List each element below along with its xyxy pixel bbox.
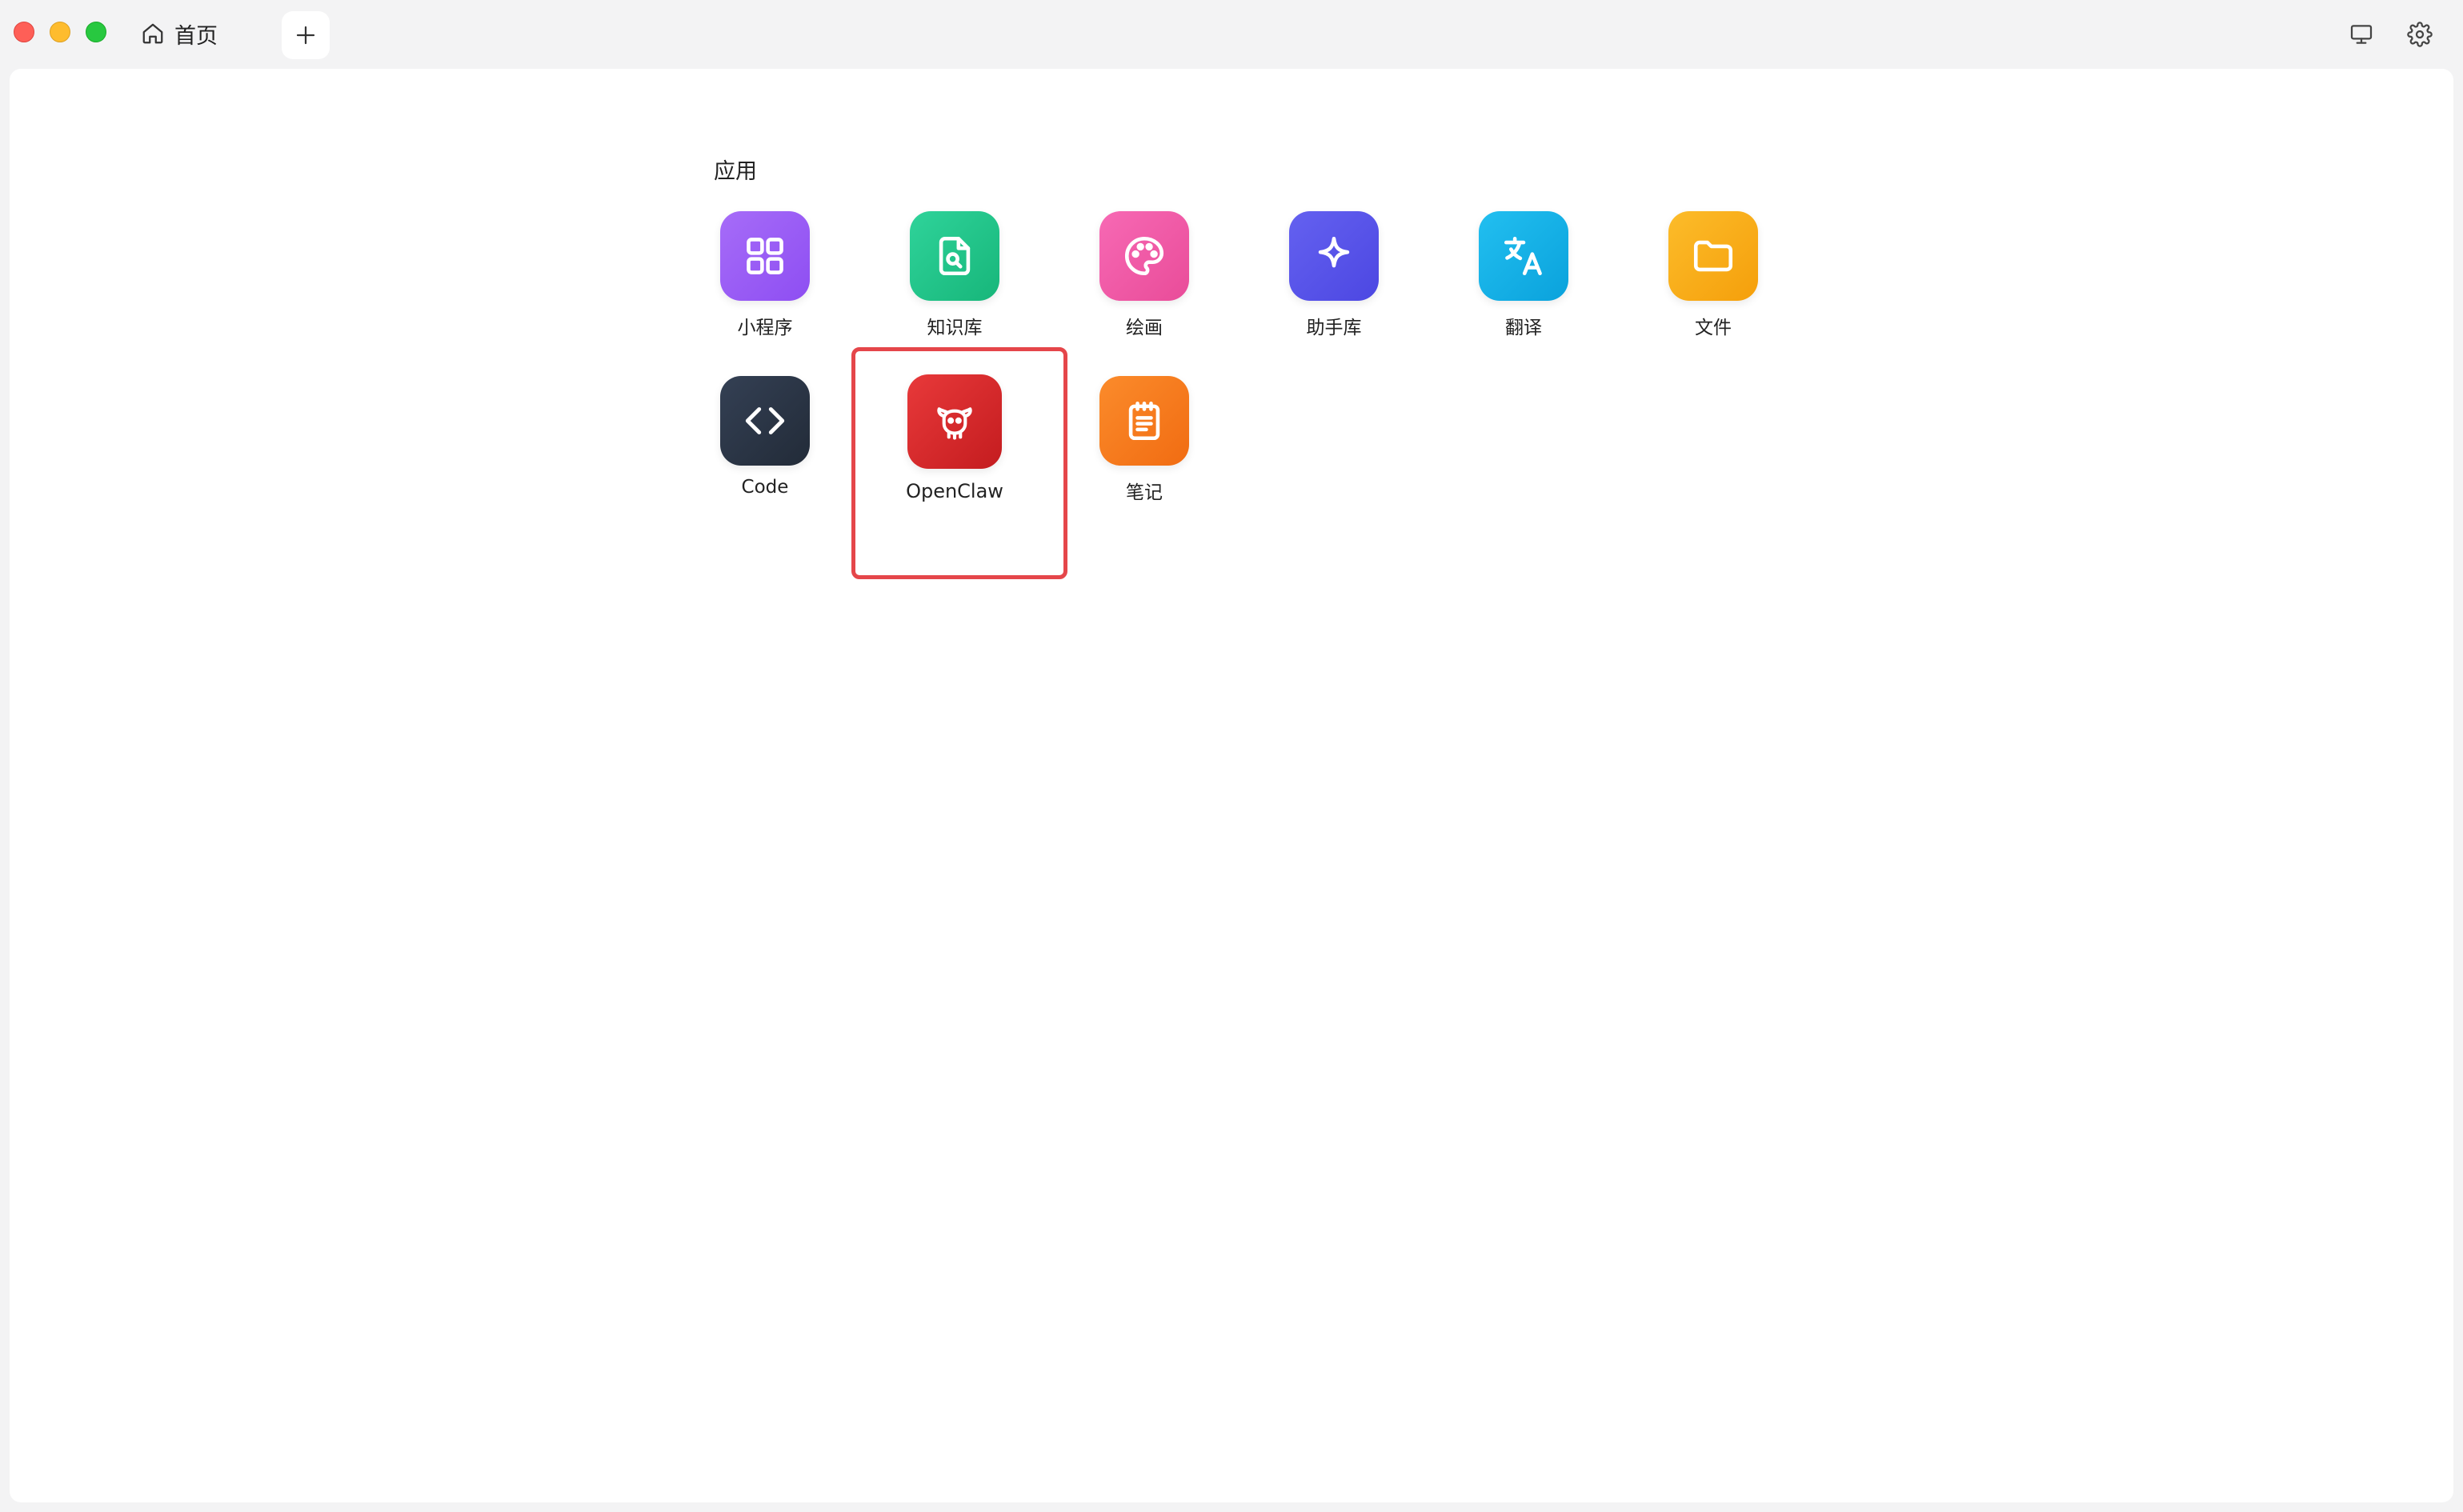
window-close-button[interactable] — [14, 22, 34, 42]
highlight-box — [851, 347, 1067, 579]
app-label: 笔记 — [1126, 482, 1163, 503]
app-icon-tile — [720, 211, 810, 301]
plus-icon — [296, 26, 315, 45]
window-maximize-button[interactable] — [86, 22, 106, 42]
settings-button[interactable] — [2406, 21, 2433, 48]
app-icon-tile — [1099, 376, 1189, 466]
translate-icon — [1504, 236, 1542, 276]
title-bar: 首页 — [0, 0, 2463, 69]
section-title: 应用 — [714, 159, 757, 184]
folder-icon — [1693, 240, 1733, 272]
app-icon-tile — [1479, 211, 1568, 301]
grid-icon — [747, 238, 783, 274]
monitor-icon — [2350, 25, 2373, 44]
palette-icon — [1124, 236, 1164, 276]
app-icon-tile — [1668, 211, 1758, 301]
app-label: 小程序 — [737, 318, 793, 338]
app-mini-program[interactable]: 小程序 — [677, 211, 853, 355]
app-knowledge-base[interactable]: 知识库 — [867, 211, 1043, 355]
app-notes[interactable]: 笔记 — [1056, 376, 1232, 520]
app-label: 翻译 — [1505, 318, 1542, 338]
app-painting[interactable]: 绘画 — [1056, 211, 1232, 355]
app-label: 知识库 — [927, 318, 983, 338]
main-panel: 应用 小程序 知识库 绘画 助手库 翻译 文件 Code OpenClaw 笔记 — [10, 69, 2453, 1502]
app-assistant-library[interactable]: 助手库 — [1246, 211, 1422, 355]
home-icon — [142, 23, 163, 44]
app-translate[interactable]: 翻译 — [1436, 211, 1612, 355]
app-icon-tile — [1099, 211, 1189, 301]
sparkle-icon — [1318, 236, 1350, 268]
home-tab[interactable]: 首页 — [141, 18, 218, 50]
monitor-button[interactable] — [2348, 21, 2375, 48]
app-label: 文件 — [1695, 318, 1732, 338]
app-label: Code — [741, 477, 789, 498]
add-tab-button[interactable] — [282, 11, 330, 59]
notepad-icon — [1128, 401, 1160, 441]
window-minimize-button[interactable] — [50, 22, 70, 42]
app-label: 绘画 — [1126, 318, 1163, 338]
file-search-icon — [939, 236, 971, 276]
gear-icon — [2407, 22, 2433, 47]
app-files[interactable]: 文件 — [1625, 211, 1801, 355]
app-label: 助手库 — [1306, 318, 1362, 338]
home-tab-label: 首页 — [174, 23, 218, 49]
app-icon-tile — [1289, 211, 1379, 301]
code-icon — [745, 407, 785, 434]
app-icon-tile — [720, 376, 810, 466]
app-code[interactable]: Code — [677, 376, 853, 520]
app-icon-tile — [910, 211, 999, 301]
